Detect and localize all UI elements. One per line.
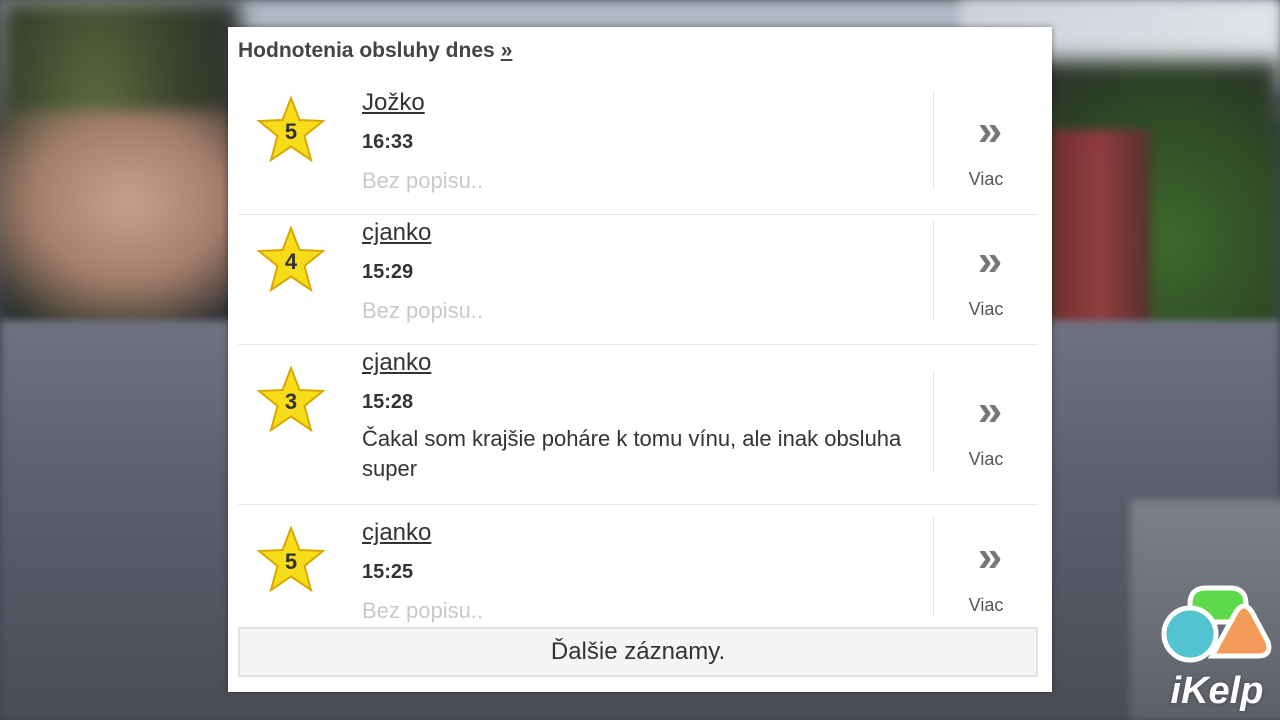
- review-time: 16:33: [362, 131, 414, 153]
- reviews-list: 5 Jožko 16:33 Bez popisu.. » Viac 4 cjan…: [238, 85, 1038, 630]
- review-item: 3 cjanko 15:28 Čakal som krajšie poháre …: [238, 345, 1038, 505]
- review-description: Bez popisu..: [362, 298, 484, 323]
- review-description: Bez popisu..: [362, 168, 484, 193]
- review-time: 15:29: [362, 261, 414, 283]
- ikelp-logo-mark-icon: [1161, 585, 1272, 663]
- review-more-label: Viac: [968, 169, 1004, 189]
- ikelp-logo: iKelp: [1160, 582, 1272, 712]
- review-more-button[interactable]: » Viac: [933, 517, 1038, 617]
- reviews-panel: Hodnotenia obsluhy dnes » 5 Jožko 16:33 B…: [228, 27, 1052, 692]
- review-content: cjanko 15:29 Bez popisu..: [362, 219, 922, 326]
- rating-value: 3: [284, 389, 298, 414]
- rating-star-icon: 4: [256, 225, 326, 295]
- review-content: cjanko 15:25 Bez popisu..: [362, 519, 922, 626]
- rating-value: 4: [284, 249, 298, 274]
- review-content: Jožko 16:33 Bez popisu..: [362, 89, 922, 196]
- review-more-label: Viac: [968, 449, 1004, 469]
- logo-text: iKelp: [1170, 670, 1264, 712]
- double-chevron-right-icon: »: [977, 236, 1002, 285]
- panel-title: Hodnotenia obsluhy dnes »: [238, 39, 512, 63]
- double-chevron-right-icon: »: [977, 532, 1002, 581]
- review-more-button[interactable]: » Viac: [933, 91, 1038, 189]
- panel-title-text: Hodnotenia obsluhy dnes: [238, 39, 495, 62]
- reviewer-name-link[interactable]: cjanko: [362, 349, 922, 379]
- review-item: 5 cjanko 15:25 Bez popisu.. » Viac: [238, 505, 1038, 630]
- reviewer-name-link[interactable]: Jožko: [362, 89, 922, 119]
- rating-value: 5: [284, 549, 298, 574]
- review-content: cjanko 15:28 Čakal som krajšie poháre k …: [362, 349, 922, 484]
- review-time: 15:28: [362, 391, 414, 413]
- review-more-button[interactable]: » Viac: [933, 371, 1038, 473]
- reviewer-name-link[interactable]: cjanko: [362, 519, 922, 549]
- reviewer-name-link[interactable]: cjanko: [362, 219, 922, 249]
- load-more-button[interactable]: Ďalšie záznamy.: [238, 627, 1038, 677]
- rating-star-icon: 5: [256, 95, 326, 165]
- rating-star-icon: 3: [256, 365, 326, 435]
- all-reviews-link[interactable]: »: [501, 39, 513, 62]
- review-more-button[interactable]: » Viac: [933, 221, 1038, 319]
- rating-value: 5: [284, 119, 298, 144]
- review-description: Bez popisu..: [362, 598, 484, 623]
- double-chevron-right-icon: »: [977, 106, 1002, 155]
- review-item: 5 Jožko 16:33 Bez popisu.. » Viac: [238, 85, 1038, 215]
- review-more-label: Viac: [968, 299, 1004, 319]
- review-description: Čakal som krajšie poháre k tomu vínu, al…: [362, 426, 902, 481]
- review-time: 15:25: [362, 561, 414, 583]
- review-item: 4 cjanko 15:29 Bez popisu.. » Viac: [238, 215, 1038, 345]
- double-chevron-right-icon: »: [977, 386, 1002, 435]
- rating-star-icon: 5: [256, 525, 326, 595]
- review-more-label: Viac: [968, 595, 1004, 615]
